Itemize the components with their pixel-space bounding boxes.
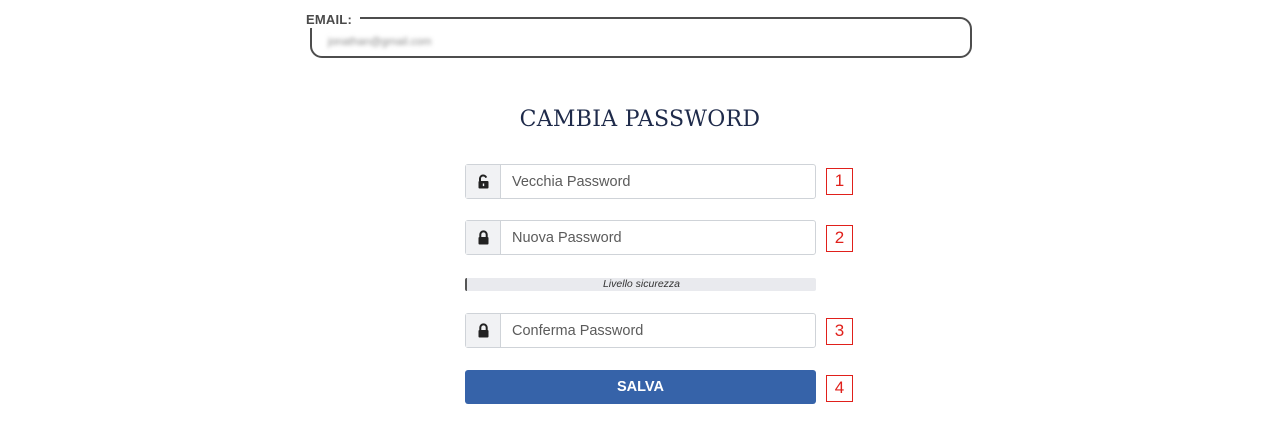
password-strength-bar: Livello sicurezza: [465, 278, 816, 291]
lock-icon: [466, 221, 501, 254]
new-password-group: [465, 220, 816, 255]
strength-label: Livello sicurezza: [602, 278, 681, 290]
annotation-marker-3: 3: [826, 318, 853, 345]
save-button[interactable]: SALVA: [465, 370, 816, 404]
unlock-icon: [466, 165, 501, 198]
annotation-marker-1: 1: [826, 168, 853, 195]
confirm-password-input[interactable]: [501, 314, 815, 347]
new-password-input[interactable]: [501, 221, 815, 254]
annotation-marker-4: 4: [826, 375, 853, 402]
annotation-marker-2: 2: [826, 225, 853, 252]
confirm-password-group: [465, 313, 816, 348]
lock-icon: [466, 314, 501, 347]
page-title: CAMBIA PASSWORD: [519, 107, 761, 132]
email-value: jonathan@gmail.com: [328, 36, 432, 48]
old-password-group: [465, 164, 816, 199]
email-label: EMAIL:: [300, 12, 360, 28]
old-password-input[interactable]: [501, 165, 815, 198]
